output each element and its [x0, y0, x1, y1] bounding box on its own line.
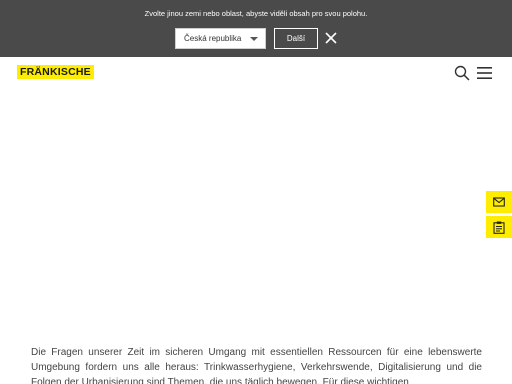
search-icon[interactable] — [454, 65, 470, 81]
clipboard-button[interactable] — [486, 216, 512, 238]
region-banner: Zvolte jinou zemi nebo oblast, abyste vi… — [0, 0, 512, 57]
mail-icon — [493, 197, 505, 207]
country-select-value: Česká republika — [184, 34, 242, 43]
contact-mail-button[interactable] — [486, 191, 512, 213]
hamburger-menu-icon[interactable] — [477, 66, 492, 80]
brand-logo[interactable]: FRÄNKISCHE — [17, 65, 94, 79]
country-select[interactable]: Česká republika — [175, 28, 266, 49]
next-button[interactable]: Další — [274, 28, 318, 49]
site-header: FRÄNKISCHE — [0, 57, 512, 91]
clipboard-icon — [493, 221, 505, 234]
chevron-down-icon — [250, 37, 258, 41]
intro-paragraph: Die Fragen unserer Zeit im sicheren Umga… — [31, 347, 482, 384]
close-icon[interactable] — [324, 31, 338, 45]
region-message: Zvolte jinou zemi nebo oblast, abyste vi… — [144, 9, 368, 18]
